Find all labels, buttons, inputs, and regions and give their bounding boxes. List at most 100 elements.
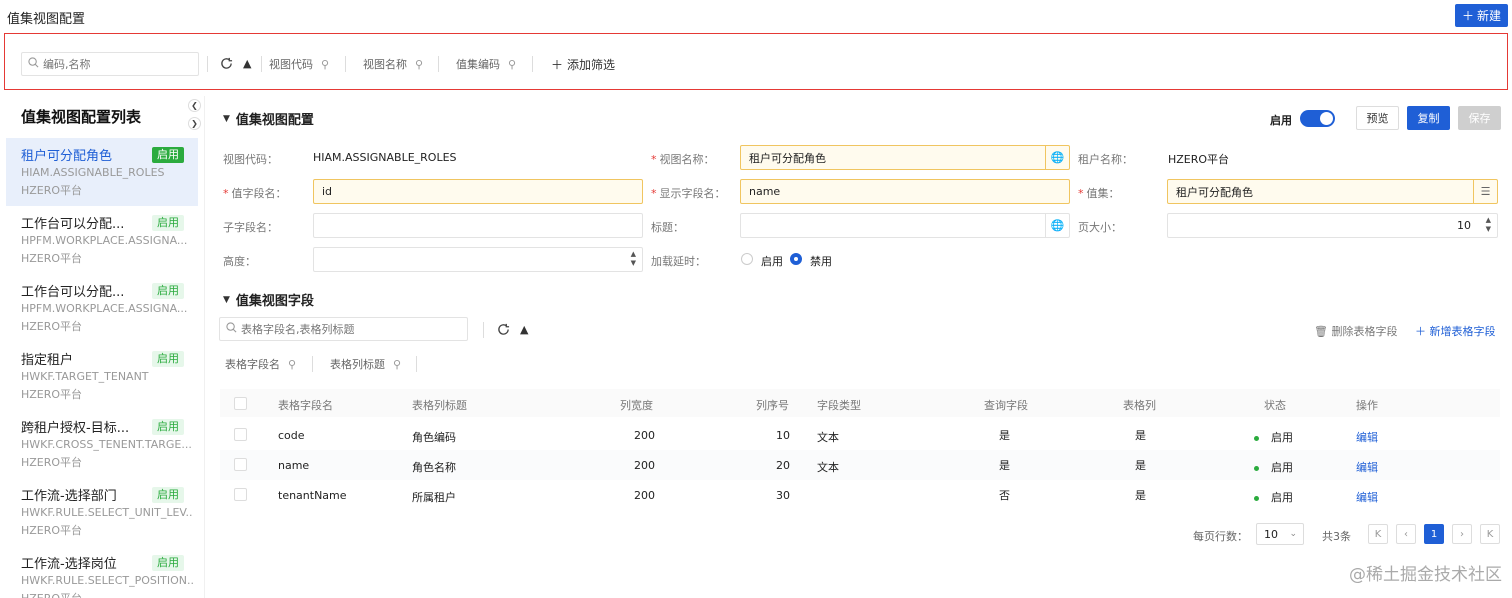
new-button[interactable]: ＋新建	[1455, 4, 1508, 27]
refresh-icon[interactable]	[220, 57, 233, 70]
chevron-left-icon[interactable]: ❮	[188, 99, 201, 112]
table-row[interactable]: name 角色名称 200 20 文本 是 是 启用 编辑	[220, 450, 1500, 480]
chevron-down-icon: ⌄	[1289, 529, 1297, 539]
search-input[interactable]	[43, 57, 183, 71]
title-label: 标题：	[651, 221, 684, 234]
divider	[312, 356, 313, 372]
page-size-label: 页大小：	[1078, 221, 1122, 234]
lazy-on-radio[interactable]	[741, 253, 753, 265]
sidebar-item[interactable]: 工作流-选择部门 HWKF.RULE.SELECT_UNIT_LEV... HZ…	[6, 478, 198, 546]
divider	[261, 56, 262, 72]
title-input[interactable]: 🌐	[740, 213, 1070, 238]
divider	[438, 56, 439, 72]
value-field-input[interactable]: id	[313, 179, 643, 204]
filter-column-title[interactable]: 表格列标题 ⚲	[330, 352, 401, 376]
search-box[interactable]	[21, 52, 199, 76]
next-page-icon[interactable]: ›	[1452, 524, 1472, 544]
first-page-icon[interactable]: K	[1368, 524, 1388, 544]
status-badge: 启用	[152, 351, 184, 367]
status-dot	[1254, 465, 1259, 471]
sidebar-item[interactable]: 租户可分配角色 HIAM.ASSIGNABLE_ROLES HZERO平台 启用	[6, 138, 198, 206]
column-header: 表格字段名	[278, 399, 333, 412]
tenant-name-label: 租户名称：	[1078, 153, 1133, 166]
search-icon: ⚲	[288, 357, 297, 371]
fields-search-input[interactable]	[241, 322, 451, 336]
filter-field-name[interactable]: 表格字段名 ⚲	[225, 352, 296, 376]
column-header: 表格列标题	[412, 399, 467, 412]
status-badge: 启用	[152, 419, 184, 435]
sidebar-item[interactable]: 工作台可以分配... HPFM.WORKPLACE.ASSIGNA... HZE…	[6, 274, 198, 342]
value-set-label: * 值集：	[1078, 187, 1120, 200]
per-page-label: 每页行数：	[1193, 530, 1248, 543]
enable-label: 启用	[1270, 114, 1292, 127]
table-row[interactable]: tenantName 所属租户 200 30 否 是 启用 编辑	[220, 480, 1500, 510]
row-checkbox[interactable]	[234, 428, 247, 441]
watermark: @稀土掘金技术社区	[1349, 565, 1502, 585]
edit-link[interactable]: 编辑	[1356, 489, 1378, 505]
table-row[interactable]: code 角色编码 200 10 文本 是 是 启用 编辑	[220, 420, 1500, 450]
child-field-label: 子字段名：	[223, 221, 278, 234]
collapse-icon[interactable]: ▲	[520, 323, 528, 336]
row-checkbox[interactable]	[234, 488, 247, 501]
config-section-title[interactable]: ▼ 值集视图配置	[223, 109, 314, 128]
plus-icon: ＋	[551, 57, 564, 72]
fields-section-title[interactable]: ▼ 值集视图字段	[223, 290, 314, 309]
child-field-input[interactable]	[313, 213, 643, 238]
height-input[interactable]: ▲ ▼	[313, 247, 643, 272]
sidebar-item[interactable]: 工作流-选择岗位 HWKF.RULE.SELECT_POSITION... HZ…	[6, 546, 198, 598]
sidebar-item[interactable]: 跨租户授权-目标... HWKF.CROSS_TENENT.TARGE... H…	[6, 410, 198, 478]
page-size-input[interactable]: 10 ▲ ▼	[1167, 213, 1498, 238]
row-checkbox[interactable]	[234, 458, 247, 471]
sidebar-item[interactable]: 指定租户 HWKF.TARGET_TENANT HZERO平台 启用	[6, 342, 198, 410]
plus-icon: ＋	[1461, 9, 1474, 23]
edit-link[interactable]: 编辑	[1356, 459, 1378, 475]
plus-icon: ＋	[1415, 325, 1430, 338]
column-header: 表格列	[1123, 399, 1156, 412]
stepper-icon[interactable]: ▲ ▼	[1486, 216, 1491, 234]
save-button[interactable]: 保存	[1458, 106, 1501, 130]
status-dot	[1254, 435, 1259, 441]
filter-view-name[interactable]: 视图名称 ⚲	[363, 52, 423, 76]
trash-icon: 🗑	[1314, 325, 1332, 338]
stepper-icon[interactable]: ▲ ▼	[631, 250, 636, 268]
lazy-off-radio[interactable]	[790, 253, 802, 265]
divider	[416, 356, 417, 372]
filter-view-code[interactable]: 视图代码 ⚲	[269, 52, 329, 76]
lookup-icon[interactable]: ☰	[1473, 180, 1497, 203]
sidebar-item[interactable]: 工作台可以分配... HPFM.WORKPLACE.ASSIGNA... HZE…	[6, 206, 198, 274]
fields-search-box[interactable]	[219, 317, 468, 341]
divider	[207, 56, 208, 72]
enable-toggle[interactable]	[1300, 110, 1335, 127]
search-icon: ⚲	[321, 57, 330, 71]
column-header: 查询字段	[984, 399, 1028, 412]
column-header: 状态	[1264, 399, 1286, 412]
display-field-label: * 显示字段名：	[651, 187, 726, 200]
per-page-select[interactable]: 10 ⌄	[1256, 523, 1304, 545]
view-code-label: 视图代码：	[223, 153, 278, 166]
add-field-button[interactable]: ＋ 新增表格字段	[1415, 323, 1496, 339]
select-all-checkbox[interactable]	[234, 397, 247, 410]
status-badge: 启用	[152, 147, 184, 163]
globe-icon[interactable]: 🌐	[1045, 146, 1069, 169]
refresh-icon[interactable]	[497, 323, 510, 336]
view-name-input[interactable]: 租户可分配角色 🌐	[740, 145, 1070, 170]
column-header: 操作	[1356, 399, 1378, 412]
globe-icon[interactable]: 🌐	[1045, 214, 1069, 237]
prev-page-icon[interactable]: ‹	[1396, 524, 1416, 544]
last-page-icon[interactable]: K	[1480, 524, 1500, 544]
copy-button[interactable]: 复制	[1407, 106, 1450, 130]
add-filter-button[interactable]: ＋添加筛选	[551, 52, 615, 76]
display-field-input[interactable]: name	[740, 179, 1070, 204]
column-header: 列序号	[756, 399, 789, 412]
lazy-on-label: 启用	[761, 255, 783, 268]
chevron-right-icon[interactable]: ❯	[188, 117, 201, 130]
collapse-icon[interactable]: ▲	[243, 57, 251, 70]
edit-link[interactable]: 编辑	[1356, 429, 1378, 445]
page-current[interactable]: 1	[1424, 524, 1444, 544]
delete-fields-button[interactable]: 🗑 删除表格字段	[1314, 323, 1397, 339]
preview-button[interactable]: 预览	[1356, 106, 1399, 130]
filter-value-set-code[interactable]: 值集编码 ⚲	[456, 52, 516, 76]
value-set-input[interactable]: 租户可分配角色 ☰	[1167, 179, 1498, 204]
lazy-off-label: 禁用	[810, 255, 832, 268]
lazy-load-label: 加载延时：	[651, 255, 706, 268]
